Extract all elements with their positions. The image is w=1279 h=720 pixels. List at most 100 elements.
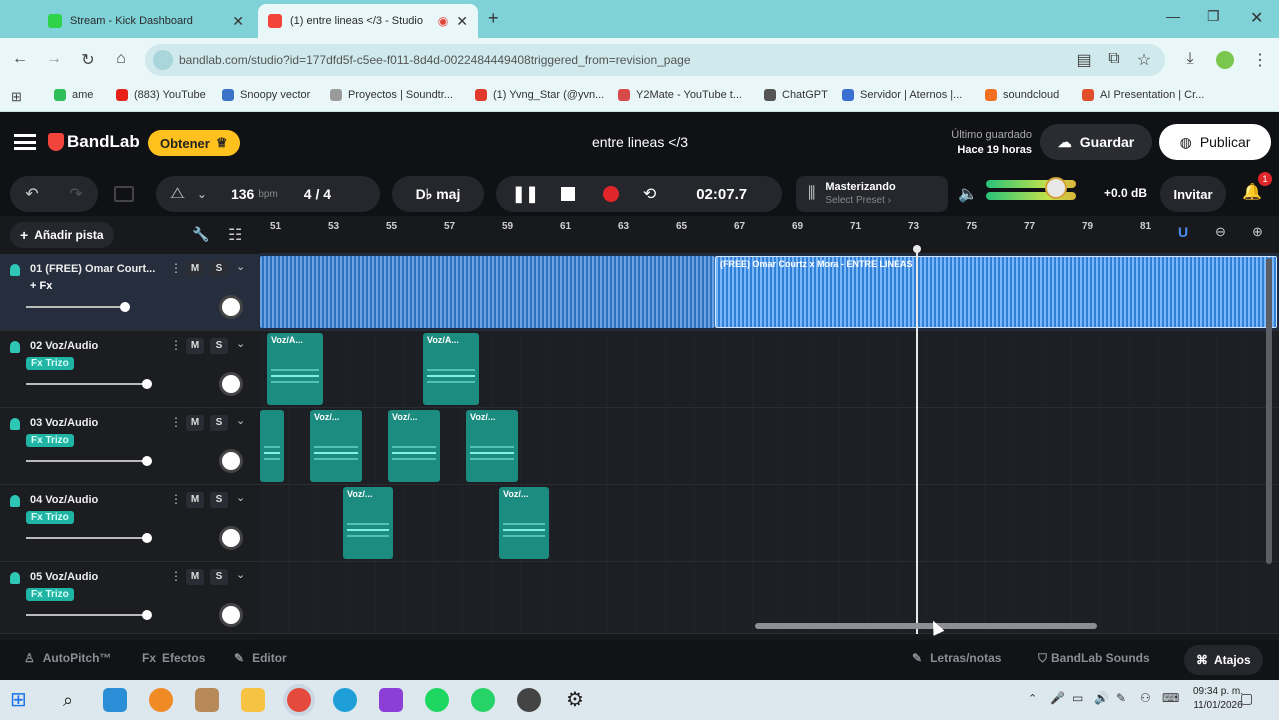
edge-legacy-icon[interactable] xyxy=(103,688,127,712)
solo-button[interactable]: S xyxy=(210,569,228,585)
mute-button[interactable]: M xyxy=(186,261,204,277)
file-explorer-icon[interactable] xyxy=(241,688,265,712)
chevron-down-icon[interactable]: ⌄ xyxy=(236,260,245,273)
solo-button[interactable]: S xyxy=(210,261,228,277)
bookmark-yvng-star[interactable]: (1) Yvng_Star (@yvn... xyxy=(475,89,604,101)
track-volume-slider[interactable] xyxy=(26,610,152,620)
editor-button[interactable]: ✎ Editor xyxy=(234,651,287,665)
mute-button[interactable]: M xyxy=(186,569,204,585)
back-icon[interactable]: ← xyxy=(10,50,30,68)
track-name[interactable]: 05 Voz/Audio xyxy=(30,571,98,583)
tab-kick-dashboard[interactable]: Stream - Kick Dashboard ✕ xyxy=(38,4,254,38)
loop-button[interactable]: ⟲ xyxy=(643,184,656,204)
track-header-2[interactable]: 02 Voz/Audio Fx Trizo ⋮ M S ⌄ xyxy=(0,331,260,408)
tab-bandlab-studio[interactable]: (1) entre lineas </3 - Studio ◉ ✕ xyxy=(258,4,478,38)
language-icon[interactable]: ⌨ xyxy=(1162,691,1179,705)
zoom-in-icon[interactable]: ⊕ xyxy=(1252,224,1263,240)
vocal-clip[interactable]: Voz/A... xyxy=(423,333,479,405)
close-window-icon[interactable]: ✕ xyxy=(1250,8,1263,28)
track-options-icon[interactable]: ⋮ xyxy=(170,492,182,506)
redo-icon[interactable]: ↷ xyxy=(69,184,82,204)
minimize-window-icon[interactable]: — xyxy=(1166,8,1180,24)
restore-window-icon[interactable]: ❐ xyxy=(1207,8,1220,25)
letras-notas-button[interactable]: ✎ Letras/notas xyxy=(912,651,1001,665)
pan-knob[interactable] xyxy=(219,295,243,319)
vocal-clip[interactable] xyxy=(260,410,284,482)
volume-knob[interactable] xyxy=(142,533,152,543)
bookmark-ai-presentation[interactable]: AI Presentation | Cr... xyxy=(1082,89,1204,101)
url-input[interactable]: bandlab.com/studio?id=177dfd5f-c5ee-f011… xyxy=(145,44,1165,76)
invitar-button[interactable]: Invitar xyxy=(1160,176,1226,212)
close-tab-icon[interactable]: ✕ xyxy=(232,13,244,30)
speaker-mute-icon[interactable]: 🔈 xyxy=(958,184,978,204)
bookmark-ame[interactable]: ame xyxy=(54,89,93,101)
volume-knob[interactable] xyxy=(142,610,152,620)
fx-preset-tag[interactable]: Fx Trizo xyxy=(26,588,74,601)
vocal-clip[interactable]: Voz/... xyxy=(466,410,518,482)
obtener-button[interactable]: Obtener ♕ xyxy=(148,130,240,156)
vocal-clip[interactable]: Voz/A... xyxy=(267,333,323,405)
download-icon[interactable]: ⤓ xyxy=(1180,50,1200,68)
track-lane-4[interactable]: Voz/... Voz/... xyxy=(260,485,1279,562)
chrome-icon[interactable] xyxy=(287,688,311,712)
pan-knob[interactable] xyxy=(219,449,243,473)
network-icon[interactable]: ⚇ xyxy=(1140,691,1151,705)
bookmark-soundcloud[interactable]: soundcloud xyxy=(985,89,1059,101)
volume-knob[interactable] xyxy=(120,302,130,312)
volume-knob[interactable] xyxy=(142,456,152,466)
reload-icon[interactable]: ↻ xyxy=(78,50,98,70)
pan-knob[interactable] xyxy=(219,603,243,627)
track-name[interactable]: 01 (FREE) Omar Court... xyxy=(30,263,155,275)
undo-icon[interactable]: ↶ xyxy=(25,184,38,204)
hamburger-menu-icon[interactable] xyxy=(14,134,36,150)
media-player-icon[interactable] xyxy=(195,688,219,712)
track-lane-3[interactable]: Voz/... Voz/... Voz/... xyxy=(260,408,1279,485)
new-tab-button[interactable]: + xyxy=(488,8,499,29)
pan-knob[interactable] xyxy=(219,372,243,396)
playhead[interactable] xyxy=(913,245,921,634)
bandlab-logo[interactable]: BandLab xyxy=(48,132,140,152)
vocal-clip[interactable]: Voz/... xyxy=(343,487,393,559)
track-options-icon[interactable]: ⋮ xyxy=(170,569,182,583)
track-header-4[interactable]: 04 Voz/Audio Fx Trizo ⋮ M S ⌄ xyxy=(0,485,260,562)
chevron-up-icon[interactable]: ⌃ xyxy=(1028,692,1037,705)
track-settings-icon[interactable]: ☷ xyxy=(228,225,242,245)
timeline-ruler[interactable]: 51 53 55 57 59 61 63 65 67 69 71 73 75 7… xyxy=(260,216,1279,254)
bandlab-sounds-button[interactable]: ⛉ BandLab Sounds xyxy=(1038,651,1150,666)
forward-icon[interactable]: → xyxy=(44,50,64,68)
solo-button[interactable]: S xyxy=(210,338,228,354)
zoom-out-icon[interactable]: ⊖ xyxy=(1215,224,1226,240)
bookmark-chatgpt[interactable]: ChatGPT xyxy=(764,89,828,101)
mastering-preset[interactable]: ⫼ Masterizando Select Preset › xyxy=(796,176,948,212)
track-volume-slider[interactable] xyxy=(26,379,152,389)
add-track-button[interactable]: + Añadir pista xyxy=(10,222,114,248)
track-lane-2[interactable]: Voz/A... Voz/A... xyxy=(260,331,1279,408)
metronome-icon[interactable]: ⧍ xyxy=(170,185,185,203)
track-volume-slider[interactable] xyxy=(26,456,152,466)
track-options-icon[interactable]: ⋮ xyxy=(170,261,182,275)
grid-tool-icon[interactable] xyxy=(114,186,134,202)
publicar-button[interactable]: ◍ Publicar xyxy=(1159,124,1271,160)
key-selector[interactable]: D♭ maj xyxy=(392,176,484,212)
browser-menu-icon[interactable]: ⋮ xyxy=(1250,50,1270,70)
track-name[interactable]: 03 Voz/Audio xyxy=(30,417,98,429)
chevron-down-icon[interactable]: ⌄ xyxy=(236,337,245,350)
bookmark-y2mate[interactable]: Y2Mate - YouTube t... xyxy=(618,89,742,101)
profile-avatar-icon[interactable] xyxy=(1216,51,1234,69)
vocal-clip[interactable]: Voz/... xyxy=(388,410,440,482)
system-clock[interactable]: 09:34 p. m. 11/01/2026 xyxy=(1193,685,1243,713)
bpm-value[interactable]: 136 xyxy=(231,186,254,202)
track-options-icon[interactable]: ⋮ xyxy=(170,415,182,429)
windows-start-icon[interactable]: ⊞ xyxy=(10,688,34,712)
add-fx-button[interactable]: + Fx xyxy=(30,280,52,292)
track-volume-slider[interactable] xyxy=(26,533,152,543)
track-header-5[interactable]: 05 Voz/Audio Fx Trizo ⋮ M S ⌄ xyxy=(0,562,260,634)
horizontal-scrollbar[interactable] xyxy=(755,623,1097,629)
close-tab-icon[interactable]: ✕ xyxy=(456,13,468,30)
guardar-button[interactable]: ☁ Guardar xyxy=(1040,124,1152,160)
autopitch-button[interactable]: ♙ AutoPitch™ xyxy=(24,651,111,665)
install-app-icon[interactable]: ⧉ xyxy=(1104,50,1124,68)
pen-tray-icon[interactable]: ✎ xyxy=(1116,691,1126,705)
project-title[interactable]: entre lineas </3 xyxy=(540,134,740,150)
clipchamp-icon[interactable] xyxy=(379,688,403,712)
